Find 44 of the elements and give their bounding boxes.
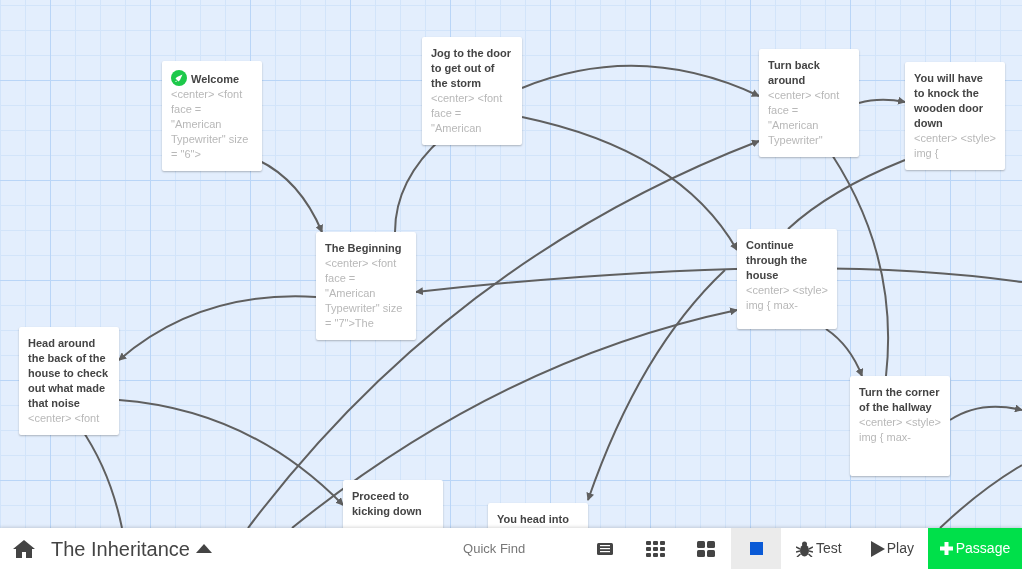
passage-card[interactable]: Head around the back of the house to check out what made that noise <center> <font bbox=[19, 327, 119, 435]
passage-card[interactable]: You head into bbox=[488, 503, 588, 528]
grid-small-icon bbox=[646, 540, 667, 557]
passage-title: You head into bbox=[497, 512, 570, 527]
caret-icon bbox=[196, 544, 212, 553]
passage-title: Proceed to kicking down bbox=[352, 489, 423, 519]
test-button[interactable]: Test bbox=[781, 528, 857, 569]
passage-excerpt: <center> <font face = "American Typewriter" size = "6"> bbox=[171, 87, 250, 162]
passage-card[interactable]: Welcome <center> <font face = "American Typewriter" size = "6"> bbox=[162, 61, 262, 171]
passage-card[interactable]: Turn the corner of the hallway <center> <style> img { max- bbox=[850, 376, 950, 476]
passage-title: Turn the corner of the hallway bbox=[859, 385, 941, 415]
play-button[interactable]: Play bbox=[856, 528, 928, 569]
passage-title: Head around the back of the house to check out what made that noise bbox=[28, 336, 110, 411]
passage-title: Jog to the door to get out of the storm bbox=[431, 46, 513, 91]
passage-card[interactable]: The Beginning <center> <font face = "American Typewriter" size = "7">The bbox=[316, 232, 416, 340]
plus-icon bbox=[939, 542, 953, 555]
passage-title: You will have to knock the wooden door down bbox=[914, 71, 985, 131]
passage-excerpt: <center> <font face = "American Typewriter" bbox=[768, 88, 841, 148]
play-icon bbox=[870, 540, 885, 557]
passage-card[interactable]: Turn back around <center> <font face = "American Typewriter" bbox=[759, 49, 859, 157]
passage-excerpt: <center> <font face = "American Typewriter" size = "7">The bbox=[325, 256, 404, 331]
passage-excerpt: <center> <style> img { max- bbox=[746, 283, 828, 313]
passage-title: Turn back around bbox=[768, 58, 821, 88]
passage-card[interactable]: Jog to the door to get out of the storm <center> <font face = "American bbox=[422, 37, 522, 145]
story-title-menu[interactable]: The Inheritance bbox=[51, 533, 212, 564]
quick-find-field[interactable]: Quick Find bbox=[463, 538, 574, 559]
passage-card[interactable]: Continue through the house <center> <style> img { max- bbox=[737, 229, 837, 329]
passage-title: Continue through the house bbox=[746, 238, 809, 283]
passage-title: Welcome bbox=[171, 70, 253, 87]
passage-excerpt: <center> <style> img { bbox=[914, 131, 996, 161]
passage-excerpt: <center> <font bbox=[28, 411, 101, 426]
bug-icon bbox=[796, 540, 814, 557]
rocket-icon bbox=[171, 70, 187, 86]
passage-excerpt: <center> <style> img { max- bbox=[859, 415, 941, 445]
passage-card[interactable]: You will have to knock the wooden door down <center> <style> img { bbox=[905, 62, 1005, 170]
list-icon bbox=[597, 542, 614, 555]
square-icon bbox=[749, 542, 763, 555]
grid-large-icon bbox=[697, 540, 716, 557]
passage-title: The Beginning bbox=[325, 241, 403, 256]
passage-excerpt: <center> <font face = "American bbox=[431, 91, 504, 136]
home-icon[interactable] bbox=[13, 539, 35, 558]
passage-card[interactable]: Proceed to kicking down bbox=[343, 480, 443, 528]
zoom-button[interactable] bbox=[681, 528, 732, 569]
zoom-button[interactable] bbox=[731, 528, 782, 569]
